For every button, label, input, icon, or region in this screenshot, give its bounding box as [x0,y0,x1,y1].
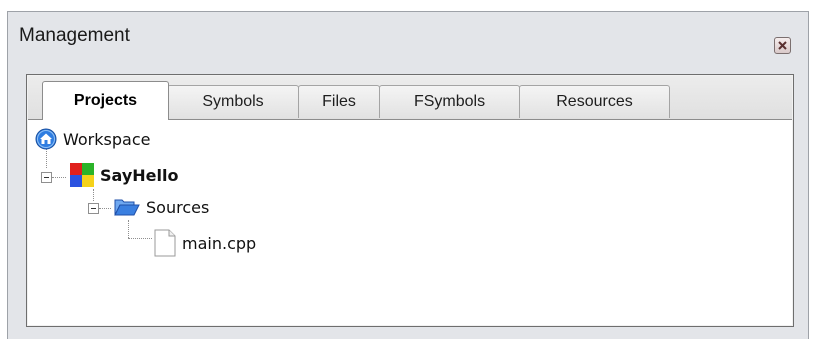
tab-files[interactable]: Files [298,85,380,118]
tree-item-label: SayHello [100,165,179,185]
close-button[interactable] [774,37,791,54]
tree-item-label: main.cpp [182,233,257,253]
tree-item-label: Workspace [63,129,151,149]
folder-open-icon [114,197,140,217]
tab-label: Resources [556,93,633,110]
panel-title: Management [19,25,130,46]
project-collapse-toggle[interactable] [41,172,52,183]
file-icon [154,229,176,257]
close-icon [778,41,787,50]
tree-item-workspace[interactable]: Workspace [35,127,150,151]
tab-projects[interactable]: Projects [42,81,169,120]
tab-symbols[interactable]: Symbols [167,85,299,118]
tab-strip: Projects Symbols Files FSymbols Resource… [28,76,792,120]
project-icon [70,163,94,187]
tree-item-file[interactable]: main.cpp [154,228,256,258]
tree-connector [52,177,66,179]
tree-item-folder[interactable]: Sources [114,195,209,219]
tree-connector [128,220,130,238]
tree-item-project[interactable]: SayHello [70,163,178,187]
tab-label: FSymbols [413,93,486,110]
management-notebook: Projects Symbols Files FSymbols Resource… [26,74,794,327]
tree-connector [128,238,152,240]
tab-label: Files [322,93,356,110]
tab-resources[interactable]: Resources [519,85,670,118]
project-tree[interactable]: Workspace SayHello Sources main.cpp [28,120,792,325]
tree-connector [93,189,95,201]
tree-item-label: Sources [146,197,210,217]
tab-label: Projects [73,92,138,109]
tab-fsymbols[interactable]: FSymbols [379,85,520,118]
tab-label: Symbols [202,93,264,110]
folder-collapse-toggle[interactable] [88,203,99,214]
workspace-icon [35,128,57,150]
tree-connector [99,208,111,210]
